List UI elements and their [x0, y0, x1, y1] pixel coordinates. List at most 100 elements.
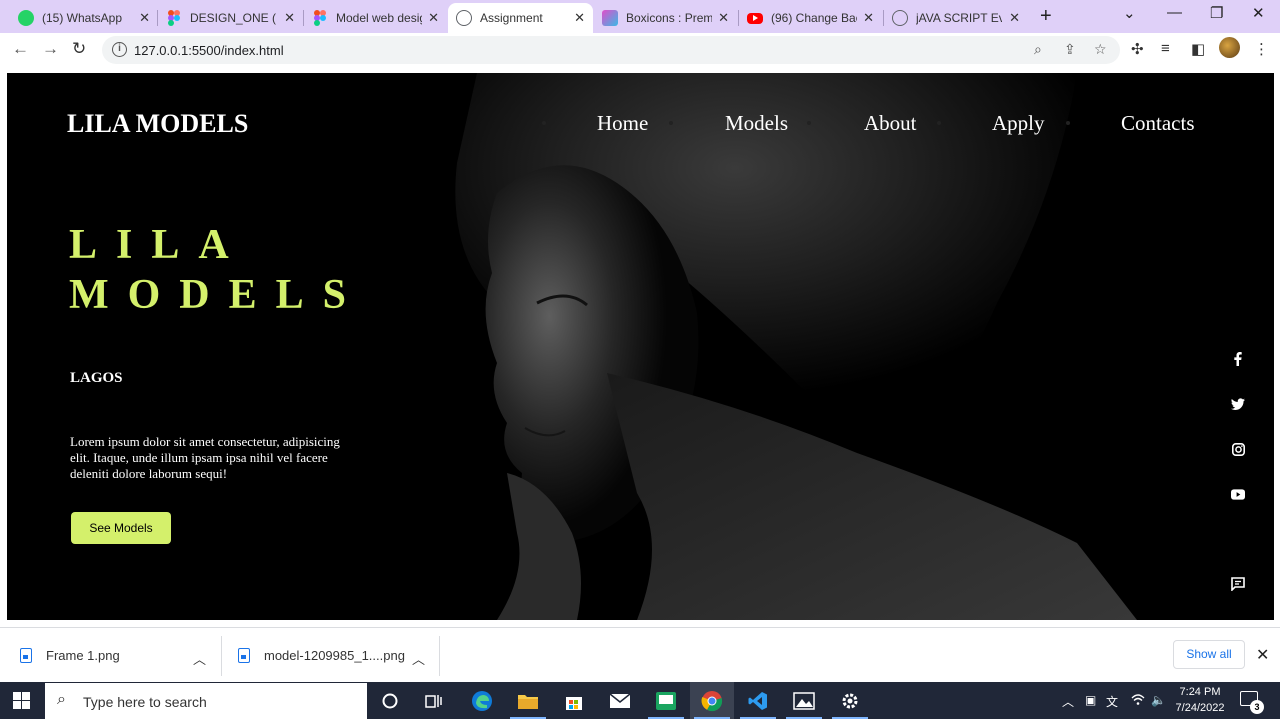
reload-icon[interactable]: ↻ [72, 39, 86, 59]
tray-chevron-up-icon[interactable]: ︿ [1062, 693, 1074, 710]
tab-search-chevron-icon[interactable]: ⌄ [1123, 4, 1136, 22]
social-sidebar [1198, 312, 1274, 609]
whatsapp-icon [18, 10, 34, 26]
tab-label: DESIGN_ONE (Co [190, 11, 276, 25]
close-icon[interactable]: ✕ [139, 10, 150, 26]
chrome-icon[interactable] [690, 682, 734, 719]
tab-assignment[interactable]: Assignment ✕ [448, 3, 593, 33]
chat-icon[interactable] [1231, 577, 1245, 591]
close-window-icon[interactable]: ✕ [1252, 4, 1265, 22]
browser-toolbar: ← → ↻ i 127.0.0.1:5500/index.html ⌕ ⇪ ☆ … [0, 33, 1280, 66]
profile-avatar[interactable] [1219, 37, 1240, 58]
notification-badge: 3 [1250, 700, 1264, 714]
forward-icon[interactable]: → [42, 39, 59, 59]
twitter-icon[interactable] [1231, 397, 1245, 411]
image-file-icon [238, 648, 250, 663]
bookmark-star-icon[interactable]: ☆ [1094, 41, 1107, 58]
close-icon[interactable]: ✕ [1009, 10, 1020, 26]
download-filename: model-1209985_1....png [264, 648, 405, 663]
nav-apply[interactable]: Apply [992, 111, 1045, 136]
browser-tab-strip: (15) WhatsApp ✕ DESIGN_ONE (Co ✕ Model w… [0, 0, 1280, 33]
cortana-icon[interactable] [368, 682, 412, 719]
close-icon[interactable]: ✕ [718, 10, 729, 26]
nav-dot [542, 121, 546, 125]
nav-about[interactable]: About [864, 111, 917, 136]
close-icon[interactable]: ✕ [428, 10, 439, 26]
menu-kebab-icon[interactable]: ⋮ [1254, 40, 1269, 58]
tab-design-one[interactable]: DESIGN_ONE (Co ✕ [158, 3, 303, 33]
restore-icon[interactable]: ❐ [1210, 4, 1223, 22]
settings-gear-icon[interactable] [828, 682, 872, 719]
download-item[interactable]: Frame 1.png [20, 628, 120, 683]
nav-models[interactable]: Models [725, 111, 788, 136]
search-placeholder: Type here to search [83, 694, 207, 710]
nav-home[interactable]: Home [597, 111, 648, 136]
taskbar-clock[interactable]: 7:24 PM 7/24/2022 [1170, 684, 1230, 716]
hero-description: Lorem ipsum dolor sit amet consectetur, … [70, 434, 340, 481]
photos-icon[interactable] [782, 682, 826, 719]
volume-muted-icon[interactable]: 🔈 [1151, 693, 1166, 707]
windows-start-icon[interactable] [13, 692, 30, 709]
file-explorer-icon[interactable] [506, 682, 550, 719]
figma-icon [312, 10, 328, 26]
back-icon[interactable]: ← [12, 39, 29, 59]
vscode-icon[interactable] [736, 682, 780, 719]
url-text[interactable]: 127.0.0.1:5500/index.html [134, 43, 284, 58]
side-panel-icon[interactable]: ◧ [1191, 40, 1205, 58]
download-item[interactable]: model-1209985_1....png [238, 628, 405, 683]
new-tab-button[interactable]: + [1040, 5, 1052, 28]
globe-icon [892, 10, 908, 26]
web-page: LILA MODELS Home Models About Apply Cont… [7, 73, 1274, 620]
tab-whatsapp[interactable]: (15) WhatsApp ✕ [10, 3, 158, 33]
chevron-up-icon[interactable]: ︿ [412, 649, 425, 668]
tab-label: Boxicons : Premi [626, 11, 712, 25]
tab-boxicons[interactable]: Boxicons : Premi ✕ [594, 3, 737, 33]
boxicons-icon [602, 10, 618, 26]
language-icon[interactable]: 文 [1106, 693, 1118, 710]
tab-label: (15) WhatsApp [42, 11, 123, 25]
mail-icon[interactable] [598, 682, 642, 719]
clock-time: 7:24 PM [1179, 686, 1221, 698]
address-bar[interactable]: i 127.0.0.1:5500/index.html ⌕ ⇪ ☆ [102, 36, 1120, 64]
close-icon[interactable]: ✕ [284, 10, 295, 26]
globe-icon [456, 10, 472, 26]
task-view-icon[interactable] [412, 682, 456, 719]
wifi-icon[interactable] [1131, 693, 1145, 708]
edge-icon[interactable] [460, 682, 504, 719]
site-logo[interactable]: LILA MODELS [67, 109, 248, 139]
clock-date: 7/24/2022 [1175, 702, 1225, 714]
taskbar-search-box[interactable]: ⌕ Type here to search [45, 683, 367, 719]
share-icon[interactable]: ⇪ [1064, 41, 1076, 58]
hero-title-line-1: LILA [69, 222, 248, 268]
chevron-up-icon[interactable]: ︿ [193, 649, 206, 668]
youtube-icon[interactable] [1231, 487, 1245, 501]
minimize-icon[interactable]: — [1167, 4, 1182, 21]
close-shelf-icon[interactable]: ✕ [1256, 645, 1269, 665]
tab-label: jAVA SCRIPT Ever [916, 11, 1002, 25]
see-models-button[interactable]: See Models [71, 512, 171, 544]
tab-label: (96) Change Back [771, 11, 857, 25]
show-all-button[interactable]: Show all [1173, 640, 1245, 669]
nav-dot [807, 121, 811, 125]
nav-contacts[interactable]: Contacts [1121, 111, 1195, 136]
tray-app-icon[interactable]: ▣ [1085, 693, 1096, 707]
facebook-icon[interactable] [1231, 352, 1245, 366]
tab-javascript[interactable]: jAVA SCRIPT Ever ✕ [884, 3, 1028, 33]
close-icon[interactable]: ✕ [863, 10, 874, 26]
tab-model-web-design[interactable]: Model web desig ✕ [304, 3, 447, 33]
image-file-icon [20, 648, 32, 663]
remote-app-icon[interactable] [644, 682, 688, 719]
zoom-icon[interactable]: ⌕ [1034, 41, 1042, 58]
store-icon[interactable] [552, 682, 596, 719]
instagram-icon[interactable] [1231, 442, 1245, 456]
figma-icon [166, 10, 182, 26]
site-info-icon[interactable]: i [112, 42, 127, 57]
reading-list-icon[interactable]: ≡ [1161, 40, 1170, 57]
tab-youtube[interactable]: (96) Change Back ✕ [739, 3, 882, 33]
windows-taskbar: ⌕ Type here to search ︿ ▣ 文 🔈 7:24 PM 7/ [0, 682, 1280, 719]
extensions-icon[interactable]: ✣ [1131, 40, 1144, 58]
close-icon[interactable]: ✕ [574, 10, 585, 26]
nav-dot [937, 121, 941, 125]
download-shelf: Frame 1.png ︿ model-1209985_1....png ︿ S… [0, 627, 1280, 682]
tab-label: Assignment [480, 11, 543, 25]
